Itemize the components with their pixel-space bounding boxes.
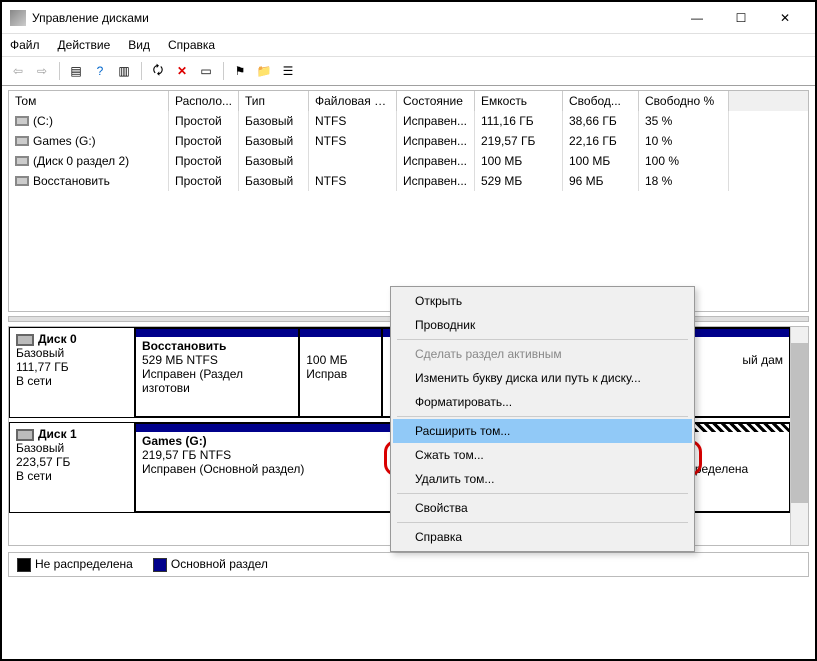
ctx-shrink-volume[interactable]: Сжать том... <box>393 443 692 467</box>
ctx-open[interactable]: Открыть <box>393 289 692 313</box>
volume-icon <box>15 156 29 166</box>
col-volume[interactable]: Том <box>9 91 169 111</box>
col-capacity[interactable]: Емкость <box>475 91 563 111</box>
volume-list: Том Располо... Тип Файловая с... Состоян… <box>8 90 809 312</box>
col-fs[interactable]: Файловая с... <box>309 91 397 111</box>
minimize-button[interactable]: — <box>675 6 719 30</box>
ctx-format[interactable]: Форматировать... <box>393 390 692 414</box>
legend-unallocated-swatch <box>17 558 31 572</box>
table-row[interactable]: (C:) Простой Базовый NTFS Исправен... 11… <box>9 111 808 131</box>
back-icon: ⇦ <box>8 61 28 81</box>
col-layout[interactable]: Располо... <box>169 91 239 111</box>
col-free[interactable]: Свобод... <box>563 91 639 111</box>
legend: Не распределена Основной раздел <box>8 552 809 577</box>
close-button[interactable]: ✕ <box>763 6 807 30</box>
vertical-scrollbar[interactable] <box>790 327 808 545</box>
ctx-make-active: Сделать раздел активным <box>393 342 692 366</box>
menu-view[interactable]: Вид <box>128 38 150 52</box>
volume-list-header: Том Располо... Тип Файловая с... Состоян… <box>9 91 808 111</box>
ctx-change-letter[interactable]: Изменить букву диска или путь к диску... <box>393 366 692 390</box>
delete-icon[interactable]: ✕ <box>172 61 192 81</box>
refresh-icon[interactable]: 🗘 <box>148 61 168 81</box>
ctx-properties[interactable]: Свойства <box>393 496 692 520</box>
disk-icon <box>16 429 34 441</box>
ctx-help[interactable]: Справка <box>393 525 692 549</box>
col-state[interactable]: Состояние <box>397 91 475 111</box>
properties-icon[interactable]: ▭ <box>196 61 216 81</box>
context-menu: Открыть Проводник Сделать раздел активны… <box>390 286 695 552</box>
flag-icon[interactable]: ⚑ <box>230 61 250 81</box>
disk-header[interactable]: Диск 1 Базовый 223,57 ГБ В сети <box>9 422 135 513</box>
volume-icon <box>15 136 29 146</box>
ctx-extend-volume[interactable]: Расширить том... <box>393 419 692 443</box>
help-icon[interactable]: ? <box>90 61 110 81</box>
partition[interactable]: Восстановить 529 МБ NTFS Исправен (Разде… <box>135 328 299 417</box>
view-detail-icon[interactable]: ▥ <box>114 61 134 81</box>
menubar: Файл Действие Вид Справка <box>2 34 815 56</box>
menu-action[interactable]: Действие <box>58 38 111 52</box>
forward-icon: ⇨ <box>32 61 52 81</box>
col-pct[interactable]: Свободно % <box>639 91 729 111</box>
list-icon[interactable]: ☰ <box>278 61 298 81</box>
table-row[interactable]: Восстановить Простой Базовый NTFS Исправ… <box>9 171 808 191</box>
menu-file[interactable]: Файл <box>10 38 40 52</box>
ctx-explorer[interactable]: Проводник <box>393 313 692 337</box>
app-icon <box>10 10 26 26</box>
view-tiles-icon[interactable]: ▤ <box>66 61 86 81</box>
folder-icon[interactable]: 📁 <box>254 61 274 81</box>
col-type[interactable]: Тип <box>239 91 309 111</box>
table-row[interactable]: (Диск 0 раздел 2) Простой Базовый Исправ… <box>9 151 808 171</box>
disk-icon <box>16 334 34 346</box>
menu-help[interactable]: Справка <box>168 38 215 52</box>
maximize-button[interactable]: ☐ <box>719 6 763 30</box>
window-title: Управление дисками <box>32 11 675 25</box>
table-row[interactable]: Games (G:) Простой Базовый NTFS Исправен… <box>9 131 808 151</box>
legend-primary-swatch <box>153 558 167 572</box>
ctx-delete-volume[interactable]: Удалить том... <box>393 467 692 491</box>
partition[interactable]: 100 МБ Исправ <box>299 328 382 417</box>
toolbar: ⇦ ⇨ ▤ ? ▥ 🗘 ✕ ▭ ⚑ 📁 ☰ <box>2 56 815 86</box>
disk-header[interactable]: Диск 0 Базовый 111,77 ГБ В сети <box>9 327 135 418</box>
volume-icon <box>15 116 29 126</box>
volume-icon <box>15 176 29 186</box>
